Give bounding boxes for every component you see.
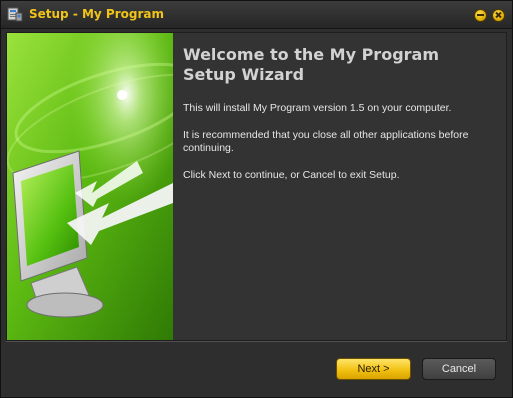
cancel-button[interactable]: Cancel — [422, 358, 496, 380]
wizard-page: Welcome to the My Program Setup Wizard T… — [6, 32, 507, 341]
page-title-line2: Setup Wizard — [183, 65, 305, 84]
setup-app-icon — [7, 7, 23, 22]
close-apps-text-line2: continuing. — [183, 142, 234, 154]
continue-instructions-text: Click Next to continue, or Cancel to exi… — [183, 169, 400, 181]
close-apps-text-line1: It is recommended that you close all oth… — [183, 129, 469, 141]
close-icon[interactable] — [492, 9, 505, 22]
window-title: Setup - My Program — [29, 7, 164, 21]
page-title-line1: Welcome to the My Program — [183, 45, 439, 64]
button-divider — [6, 341, 507, 342]
next-button[interactable]: Next > — [336, 358, 411, 380]
setup-window: Setup - My Program Welcome to the My Pro… — [0, 0, 513, 398]
title-bar[interactable]: Setup - My Program — [1, 1, 512, 29]
install-info-text: This will install My Program version 1.5… — [183, 102, 452, 114]
monitor-illustration — [7, 33, 173, 340]
close-apps-text: It is recommended that you close all oth… — [183, 129, 498, 155]
page-title: Welcome to the My Program Setup Wizard — [183, 45, 493, 85]
minimize-icon[interactable] — [474, 9, 487, 22]
wizard-banner — [7, 33, 173, 340]
